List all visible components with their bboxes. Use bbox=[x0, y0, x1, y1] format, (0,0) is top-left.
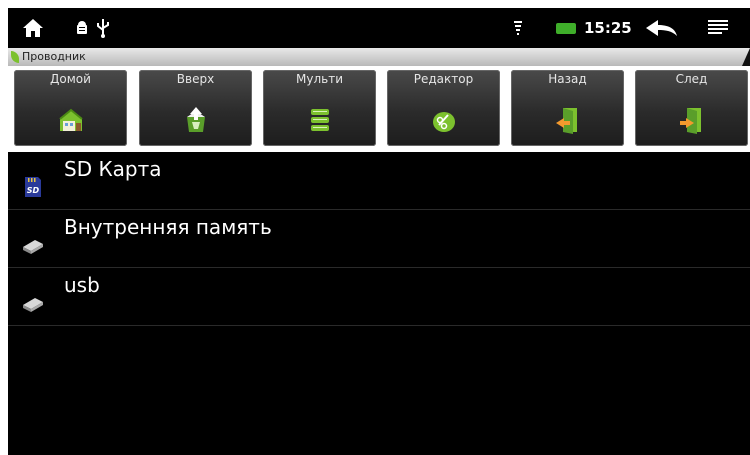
wifi-icon bbox=[514, 21, 522, 35]
next-button[interactable]: След bbox=[635, 70, 748, 146]
app-title: Проводник bbox=[22, 50, 86, 63]
sd-card-icon: SD bbox=[25, 177, 41, 197]
home-folder-icon bbox=[59, 108, 83, 131]
drive-icon bbox=[23, 240, 43, 254]
multi-select-icon bbox=[311, 109, 329, 131]
file-toolbar: Домой Вверх Мульти Редактор Назад След bbox=[8, 66, 750, 152]
svg-text:SD: SD bbox=[27, 186, 40, 195]
back-door-icon bbox=[556, 108, 577, 134]
device-screen: 15:25 Проводник Домой Вверх Мульти Редак… bbox=[8, 8, 750, 455]
battery-icon bbox=[556, 23, 576, 34]
back-button[interactable]: Назад bbox=[511, 70, 624, 146]
up-button[interactable]: Вверх bbox=[139, 70, 252, 146]
app-title-bar: Проводник bbox=[8, 48, 750, 66]
editor-button-label: Редактор bbox=[413, 72, 474, 86]
home-button-label: Домой bbox=[50, 72, 91, 86]
editor-button[interactable]: Редактор bbox=[387, 70, 500, 146]
drive-icon bbox=[23, 298, 43, 312]
status-bar: 15:25 bbox=[8, 8, 750, 48]
next-door-icon bbox=[680, 108, 701, 134]
title-corner-decoration bbox=[742, 48, 750, 66]
list-item-label: SD Карта bbox=[64, 157, 162, 181]
back-icon[interactable] bbox=[644, 18, 678, 38]
list-item-internal-memory[interactable]: Внутренняя память bbox=[8, 210, 750, 268]
editor-icon bbox=[433, 112, 455, 132]
list-item-usb[interactable]: usb bbox=[8, 268, 750, 326]
app-leaf-icon bbox=[11, 51, 19, 63]
list-item-label: Внутренняя память bbox=[64, 215, 272, 239]
multi-button[interactable]: Мульти bbox=[263, 70, 376, 146]
home-button[interactable]: Домой bbox=[14, 70, 127, 146]
usb-icon bbox=[97, 19, 109, 38]
android-debug-icon bbox=[77, 21, 87, 34]
home-icon[interactable] bbox=[22, 18, 44, 38]
next-button-label: След bbox=[675, 72, 708, 86]
up-folder-icon bbox=[187, 107, 205, 132]
up-button-label: Вверх bbox=[176, 72, 215, 86]
menu-icon[interactable] bbox=[708, 20, 728, 36]
back-button-label: Назад bbox=[548, 72, 587, 86]
storage-list: SD SD Карта Внутренняя память usb bbox=[8, 152, 750, 326]
list-item-sd-card[interactable]: SD SD Карта bbox=[8, 152, 750, 210]
multi-button-label: Мульти bbox=[296, 72, 343, 86]
status-clock: 15:25 bbox=[584, 19, 632, 37]
list-item-label: usb bbox=[64, 273, 100, 297]
